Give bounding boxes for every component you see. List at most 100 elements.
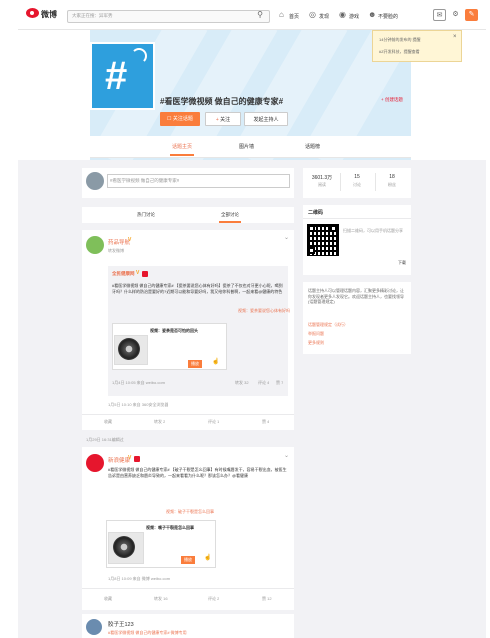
hashtag-logo-icon: # — [105, 54, 128, 98]
host-link-more[interactable]: 更多规则 — [308, 340, 324, 346]
edited-separator: 1月29日 16:31编辑过 — [86, 437, 124, 442]
popup-close-icon[interactable]: × — [453, 34, 457, 40]
member-badge-icon — [134, 456, 140, 462]
post-video-link[interactable]: 视频：破子干裂是怎么回事 — [166, 509, 214, 515]
quote-repost-count[interactable]: 转发 32 — [235, 380, 249, 386]
nav-games[interactable]: 游戏 — [349, 13, 359, 20]
search-placeholder: 大家正在搜：异军势 — [72, 13, 113, 18]
video-play-button[interactable]: 播放 — [188, 360, 202, 368]
stat-discuss-value: 15 — [354, 174, 360, 180]
comment-button[interactable]: 评论 2 — [208, 596, 219, 602]
qr-download-link[interactable]: 下载 — [398, 260, 406, 266]
post-timestamp: 1月8日 10:09 来自 微博 weibo.com — [108, 576, 171, 581]
repost-button[interactable]: 转发 2 — [154, 419, 165, 425]
post-timestamp: 1月5日 10:10 来自 360安全浏览器 — [108, 402, 169, 407]
message-icon[interactable]: ✉ — [433, 9, 446, 21]
like-button[interactable]: 赞 4 — [262, 419, 269, 425]
quote-timestamp: 1月4日 10:05 来自 weibo.com — [112, 380, 165, 385]
feed-tab-hot[interactable]: 热门讨论 — [137, 212, 155, 218]
signal-icon — [131, 48, 147, 64]
follow-topic-button[interactable]: ☐ 关注话题 — [160, 112, 200, 126]
host-apply-button[interactable]: 发起主持人 — [244, 112, 288, 126]
action-divider — [82, 414, 294, 415]
feed-tab-indicator — [219, 221, 241, 223]
chevron-down-icon[interactable]: ⌄ — [284, 452, 289, 459]
tab-topic-home[interactable]: 话题主页 — [172, 143, 192, 150]
post-avatar[interactable] — [86, 454, 104, 472]
follow-label: 关注 — [220, 117, 231, 123]
favorite-button[interactable]: 收藏 — [104, 596, 112, 602]
search-icon[interactable]: ⚲ — [255, 10, 265, 20]
stat-read-label: 阅读 — [318, 182, 326, 187]
stat-divider — [375, 173, 376, 191]
tab-topic-ranking[interactable]: 话题榜 — [305, 143, 320, 150]
quote-like-count[interactable]: 赞 7 — [276, 380, 283, 386]
quote-author-name[interactable]: 全民健康网 — [112, 271, 135, 277]
comment-button[interactable]: 评论 1 — [208, 419, 219, 425]
post-author-name[interactable]: 药品导航 — [108, 238, 130, 246]
follow-topic-label: 关注话题 — [172, 116, 193, 122]
nav-username[interactable]: 不要脸的 — [378, 13, 418, 20]
qr-heading: 二维码 — [308, 210, 324, 216]
thumbs-up-icon[interactable]: ☝ — [212, 358, 219, 365]
video-title: 视频：瓷茶是否可怕的回头 — [150, 328, 198, 333]
composer-avatar — [86, 172, 104, 190]
game-icon: ◉ — [339, 10, 346, 19]
quote-video-link[interactable]: 视频：瓷茶要说您心体有好吗 — [238, 308, 290, 314]
qr-divider — [303, 218, 411, 219]
qr-description: 扫描二维码，可以用手机话题分享 — [343, 228, 403, 233]
post-author-name[interactable]: 新浪健康 — [108, 456, 130, 464]
create-topic-link[interactable]: + 创建话题 — [381, 97, 403, 103]
host-link-rules[interactable]: 话题管理规定（试行） — [308, 322, 348, 328]
member-badge-icon — [142, 271, 148, 277]
post-text: #看医学微视频 做自己的健康专家# 【破子干裂是怎么回事】有时候嘴唇发干，容易干… — [108, 467, 287, 478]
favorite-button[interactable]: 收藏 — [104, 419, 112, 425]
popup-line1: 14分钟前的发布的 提醒 — [379, 37, 421, 42]
logo-text[interactable]: 微博 — [41, 9, 57, 20]
host-link-report[interactable]: 举报问题 — [308, 331, 324, 337]
like-button[interactable]: 赞 12 — [262, 596, 272, 602]
stat-divider — [340, 173, 341, 191]
follow-button[interactable]: + 关注 — [205, 112, 241, 126]
discover-icon: ◎ — [309, 10, 316, 19]
nav-discover[interactable]: 发现 — [319, 13, 329, 20]
video-disc-icon — [118, 338, 140, 360]
verified-v-icon: V — [128, 237, 132, 243]
post-text: #看医学微视频 做自己的健康专家# 微博专用 — [108, 630, 187, 635]
user-icon: ☻ — [368, 10, 377, 19]
composer-placeholder: #看医学微视频 做自己的健康专家# — [110, 178, 180, 183]
feed-tab-bar — [82, 207, 294, 223]
video-disc-icon — [113, 536, 135, 558]
video-title: 视频：嘴子干裂是怎么回事 — [146, 525, 194, 530]
action-divider — [82, 588, 294, 589]
qr-corner — [308, 225, 315, 232]
weibo-logo-icon[interactable] — [26, 8, 39, 18]
stat-fans-label: 粉丝 — [388, 182, 396, 187]
tab-image-wall[interactable]: 图片墙 — [239, 143, 254, 150]
popup-line2[interactable]: #Z开发科技，提醒查看 — [379, 49, 420, 55]
host-apply-label: 发起主持人 — [253, 117, 279, 123]
quote-comment-count[interactable]: 评论 4 — [258, 380, 269, 386]
host-description: 话题主持人可以管理话题内容，汇聚更多精彩讨论，让你发现者更多人发现它。欢迎话题主… — [308, 288, 404, 304]
post-subtitle: 转发微博 — [108, 248, 124, 253]
active-tab-indicator — [170, 154, 194, 156]
feed-tab-all[interactable]: 全部讨论 — [221, 212, 239, 218]
verified-v-icon: V — [136, 270, 140, 276]
video-play-button[interactable]: 播放 — [181, 556, 195, 564]
qr-corner — [308, 247, 315, 254]
post-avatar[interactable] — [86, 619, 102, 635]
chevron-down-icon[interactable]: ⌄ — [284, 234, 289, 241]
post-author-name[interactable]: 胶子王123 — [108, 620, 134, 628]
topic-title: #看医学微视频 做自己的健康专家# — [160, 97, 284, 106]
repost-button[interactable]: 转发 16 — [154, 596, 168, 602]
settings-gear-icon[interactable]: ⚙ — [449, 9, 462, 21]
post-avatar[interactable] — [86, 236, 104, 254]
home-icon: ⌂ — [279, 10, 284, 19]
compose-icon[interactable]: ✎ — [465, 9, 478, 21]
verified-v-icon: V — [128, 455, 132, 461]
stat-discuss-label: 讨论 — [353, 182, 361, 187]
qr-corner — [330, 225, 337, 232]
stat-fans-value: 18 — [389, 174, 395, 180]
thumbs-up-icon[interactable]: ☝ — [204, 554, 211, 561]
nav-home[interactable]: 首页 — [289, 13, 299, 20]
